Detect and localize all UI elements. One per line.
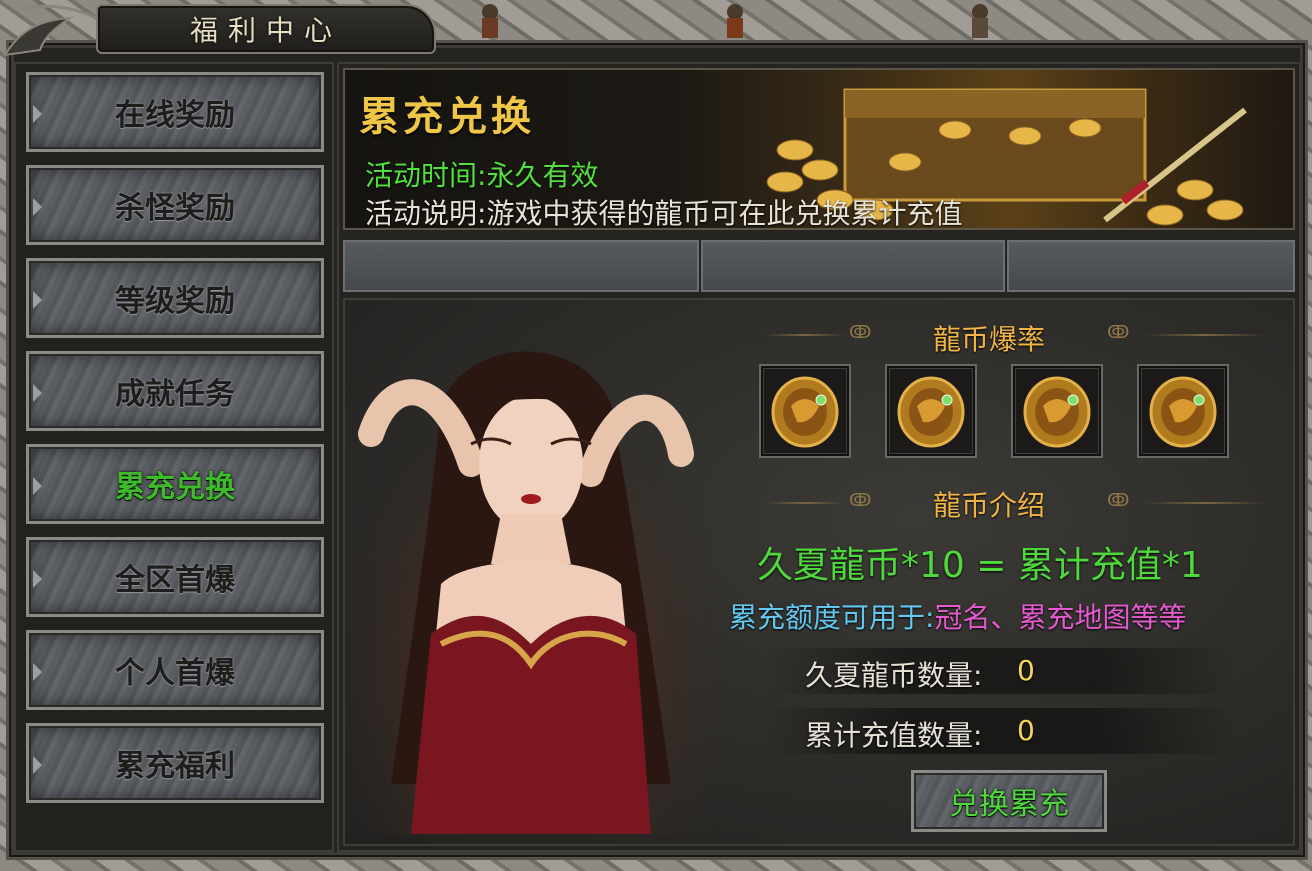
exchange-panel: ↂ 龍币爆率 ↂ ↂ 龍币介绍 ↂ 久夏龍币*10 = 累计充值*1 累充额度可… [343,298,1295,846]
coin-slot[interactable] [759,364,851,458]
sidebar-item-recharge-exchange[interactable]: 累充兑换 [26,444,324,524]
coin-slot[interactable] [1011,364,1103,458]
arrow-right-icon [33,663,42,681]
sidebar-item-label: 在线奖励 [115,98,235,133]
dragon-coin-icon [771,376,839,448]
scroll-ornament-icon: ↂ [1107,490,1130,511]
scroll-ornament-icon: ↂ [849,490,872,511]
activity-time-row: 活动时间:永久有效 [365,154,598,194]
exchange-formula: 久夏龍币*10 = 累计充值*1 [757,545,1203,586]
content-area: 累充兑换 活动时间:永久有效 活动说明:游戏中获得的龍币可在此兑换累计充值 ↂ … [337,62,1301,852]
arrow-right-icon [33,570,42,588]
sidebar-item-recharge-welfare[interactable]: 累充福利 [26,723,324,803]
usage-value: 冠名、累充地图等等 [934,601,1187,634]
scroll-ornament-icon: ↂ [1107,322,1130,343]
sidebar-item-level-reward[interactable]: 等级奖励 [26,258,324,338]
dragon-ornament-icon [3,4,101,57]
soldier-figure [470,0,510,40]
sidebar-item-online-reward[interactable]: 在线奖励 [26,72,324,152]
tab-bar [343,240,1295,292]
arrow-right-icon [33,477,42,495]
arrow-right-icon [33,105,42,123]
coin-count-label: 久夏龍币数量: [805,659,983,692]
divider [765,502,845,504]
activity-desc-value: 游戏中获得的龍币可在此兑换累计充值 [486,197,963,230]
tab-2[interactable] [701,240,1005,292]
recharge-count-value: 0 [1017,714,1035,747]
tab-3[interactable] [1007,240,1295,292]
sidebar-item-server-first-drop[interactable]: 全区首爆 [26,537,324,617]
sidebar-item-kill-reward[interactable]: 杀怪奖励 [26,165,324,245]
coin-count-row: 久夏龍币数量: 0 [765,648,1235,694]
sidebar-item-label: 全区首爆 [115,563,235,598]
exchange-button[interactable]: 兑换累充 [911,770,1107,832]
sidebar-item-label: 成就任务 [115,377,235,412]
character-portrait-image [351,314,711,834]
coin-slot[interactable] [885,364,977,458]
coin-slot[interactable] [1137,364,1229,458]
sidebar-item-label: 个人首爆 [115,656,235,691]
window-title-text: 福利中心 [189,14,342,47]
banner-title: 累充兑换 [359,93,535,140]
soldier-figure [960,0,1000,40]
dragon-coin-icon [1023,376,1091,448]
arrow-right-icon [33,291,42,309]
soldier-figure [715,0,755,40]
activity-banner: 累充兑换 活动时间:永久有效 活动说明:游戏中获得的龍币可在此兑换累计充值 [343,68,1295,230]
divider [765,334,845,336]
usage-text: 累充额度可用于:冠名、累充地图等等 [729,596,1186,636]
activity-time-value: 永久有效 [486,159,599,192]
exchange-button-label: 兑换累充 [949,787,1069,822]
divider [1145,334,1265,336]
usage-label: 累充额度可用于: [729,601,935,634]
coin-count-value: 0 [1017,654,1035,687]
activity-desc-row: 活动说明:游戏中获得的龍币可在此兑换累计充值 [365,192,963,230]
sidebar-item-label: 累充兑换 [115,470,235,505]
recharge-count-label: 累计充值数量: [805,719,983,752]
tab-1[interactable] [343,240,699,292]
arrow-right-icon [33,198,42,216]
drop-rate-title: 龍币爆率 [933,323,1046,356]
scroll-ornament-icon: ↂ [849,322,872,343]
activity-time-label: 活动时间: [365,159,487,192]
activity-desc-label: 活动说明: [365,197,487,230]
recharge-count-row: 累计充值数量: 0 [765,708,1235,754]
sidebar: 在线奖励 杀怪奖励 等级奖励 成就任务 累充兑换 全区首爆 个人首爆 累充福利 [14,62,334,852]
coin-intro-title: 龍币介绍 [933,489,1046,522]
arrow-right-icon [33,384,42,402]
sidebar-item-label: 等级奖励 [115,284,235,319]
window-title: 福利中心 [96,4,436,54]
dragon-coin-icon [1149,376,1217,448]
sidebar-item-achievement[interactable]: 成就任务 [26,351,324,431]
dragon-coin-icon [897,376,965,448]
divider [1145,502,1265,504]
arrow-right-icon [33,756,42,774]
sidebar-item-label: 杀怪奖励 [115,191,235,226]
sidebar-item-personal-first-drop[interactable]: 个人首爆 [26,630,324,710]
sidebar-item-label: 累充福利 [115,749,235,784]
